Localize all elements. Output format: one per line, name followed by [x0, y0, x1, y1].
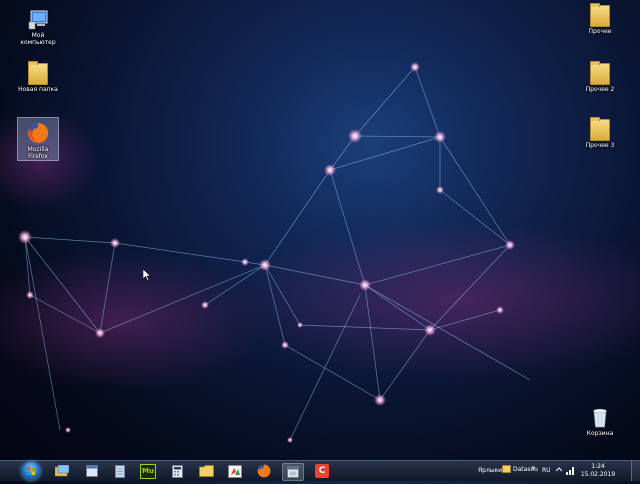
folder-icon [589, 117, 611, 141]
muse-icon-text: Mu [142, 466, 154, 475]
document-icon [115, 464, 125, 478]
start-button[interactable] [22, 462, 40, 480]
app-c-icon-text: C [318, 466, 326, 476]
desktop-icon-firefox[interactable]: Mozilla Firefox [17, 117, 59, 161]
network-icon[interactable] [566, 466, 575, 475]
taskbar-window-active-button[interactable] [282, 463, 304, 481]
toolbar-label[interactable]: Ярлыки [478, 467, 502, 474]
muse-icon: Mu [140, 463, 156, 479]
taskbar-paint-button[interactable] [225, 463, 245, 479]
desktop-icon-label: Прочее 3 [585, 142, 615, 149]
desktop-icon-label: Прочее 2 [585, 86, 615, 93]
desktop-icon-label: Новая папка [18, 86, 58, 93]
windows-explorer-icon [55, 465, 69, 477]
mouse-cursor [143, 269, 151, 281]
window-icon [86, 465, 98, 477]
taskbar-explorer-button[interactable] [52, 463, 72, 479]
language-indicator[interactable]: RU [542, 467, 551, 474]
wallpaper [0, 62, 640, 443]
desktop-icon-folder-prochee[interactable]: Прочее [578, 3, 622, 35]
clock-date: 15.02.2019 [580, 471, 616, 478]
calculator-icon [171, 464, 183, 478]
desktop-icon-label: Mozilla Firefox [27, 146, 49, 160]
desktop-icon-label: Прочее [588, 28, 612, 35]
firefox-icon [257, 464, 271, 478]
folder-icon [27, 61, 49, 85]
folder-icon [502, 465, 511, 473]
desktop-icon-new-folder[interactable]: Новая папка [16, 61, 60, 93]
computer-icon [27, 8, 49, 30]
desktop-icon-recycle-bin[interactable]: Корзина [578, 406, 622, 437]
taskbar-app-c-button[interactable]: C [312, 463, 332, 479]
desktop-icon-folder-prochee-2[interactable]: Прочее 2 [578, 61, 622, 93]
firefox-icon [27, 122, 49, 144]
tray-arrow-icon[interactable] [556, 467, 562, 473]
taskbar-firefox-button[interactable] [254, 463, 274, 479]
show-desktop-button[interactable] [631, 461, 640, 481]
app-c-icon: C [315, 464, 329, 478]
folder-icon [589, 3, 611, 27]
toolbar-more-chevron[interactable]: » [531, 463, 536, 472]
folder-icon [198, 465, 214, 477]
desktop-icon-folder-prochee-3[interactable]: Прочее 3 [578, 117, 622, 149]
desktop-icon-my-computer[interactable]: Мой компьютер [16, 8, 60, 46]
taskbar-folder-button[interactable] [196, 463, 216, 479]
paint-icon [228, 464, 242, 478]
taskbar-document-button[interactable] [110, 463, 130, 479]
folder-icon [589, 61, 611, 85]
clock[interactable]: 1:24 15.02.2019 [580, 463, 616, 479]
taskbar-window-button[interactable] [82, 463, 102, 479]
taskbar: Mu C Ярлыки Datasou » RU 1:24 15.02.2019 [0, 460, 640, 481]
taskbar-calculator-button[interactable] [167, 463, 187, 479]
clock-time: 1:24 [591, 463, 605, 470]
desktop-icon-label: Мой компьютер [20, 32, 56, 46]
desktop-icon-label: Корзина [586, 430, 614, 437]
taskbar-muse-button[interactable]: Mu [138, 463, 158, 479]
window-icon [287, 466, 299, 478]
recycle-bin-icon [589, 406, 611, 428]
windows-logo-icon [27, 467, 35, 475]
